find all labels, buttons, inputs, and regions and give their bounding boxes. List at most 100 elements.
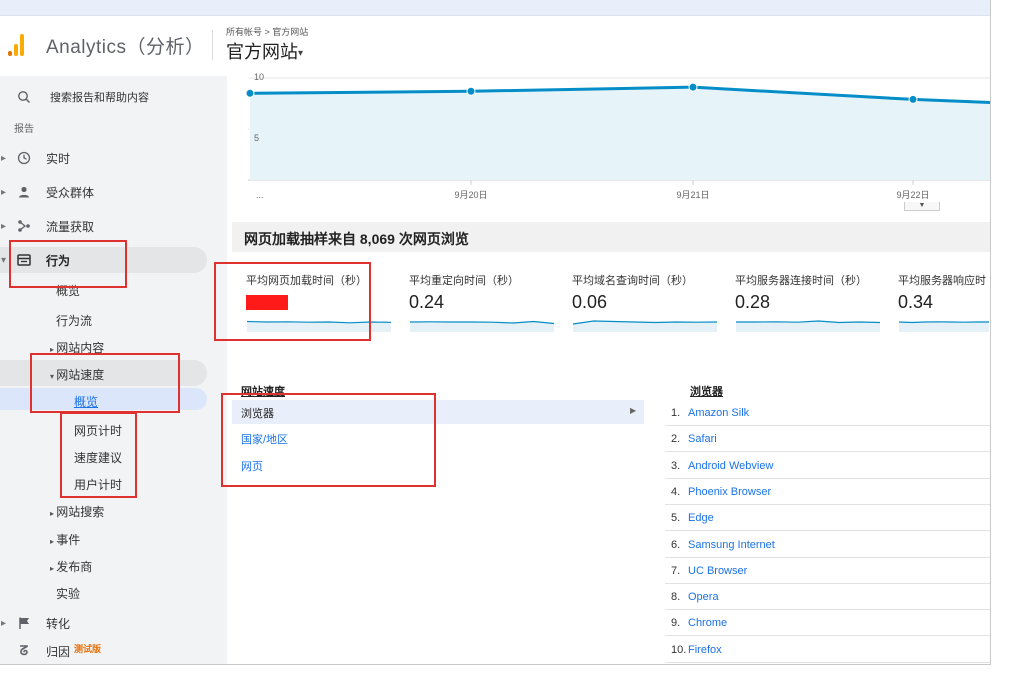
beta-badge: 测试版 <box>74 644 102 654</box>
header-divider <box>212 30 213 60</box>
sampling-notice: 网页加载抽样来自 8,069 次网页浏览 <box>232 222 990 252</box>
browser-table-row[interactable]: 9. Chrome <box>665 610 990 637</box>
sparkline-area <box>410 321 554 332</box>
row-rank: 1. <box>671 407 681 419</box>
sidebar-subitem-label: 发布商 <box>56 560 93 574</box>
sidebar-subitem-events[interactable]: ▸ 事件 <box>50 531 80 548</box>
metric-sparkline <box>572 320 718 332</box>
annotation-box-site-speed <box>30 353 180 413</box>
sidebar-item-label: 流量获取 <box>46 219 95 234</box>
row-rank: 10. <box>671 643 687 656</box>
metric-avg-server-connection[interactable]: 平均服务器连接时间（秒） 0.28 <box>735 270 881 334</box>
metric-value: 0.24 <box>409 292 445 312</box>
sidebar-subitem-experiments[interactable]: 实验 <box>56 585 80 602</box>
data-point <box>466 86 476 96</box>
annotation-box-behavior <box>9 240 127 288</box>
browser-table-row[interactable]: 1. Amazon Silk <box>665 400 990 426</box>
main-content: 10 5... 9月20日 9月21日 9月22日 ▼ 网页加载抽样来自 8,069 次… <box>228 70 990 664</box>
x-tick-label: 9月20日 <box>454 190 487 200</box>
browser-link[interactable]: Android Webview <box>688 460 773 472</box>
metric-label: 平均重定向时间（秒） <box>409 275 519 287</box>
sidebar-item-audience[interactable]: ▸ 受众群体 <box>0 179 227 205</box>
metric-avg-server-response[interactable]: 平均服务器响应时 0.34 <box>898 270 990 334</box>
data-point <box>908 94 918 104</box>
search-icon <box>16 89 32 105</box>
sampling-notice-text: 网页加载抽样来自 8,069 次网页浏览 <box>244 231 469 247</box>
sidebar-subitem-publisher[interactable]: ▸ 发布商 <box>50 558 92 575</box>
expand-arrow-icon: ▸ <box>1 152 7 164</box>
browser-table-row[interactable]: 5. Edge <box>665 505 990 532</box>
attribution-icon: ᘔ <box>19 643 29 658</box>
browser-link[interactable]: UC Browser <box>688 565 747 577</box>
sidebar-item-attribution[interactable]: ᘔ 归因 测试版 <box>0 638 227 664</box>
search-placeholder: 搜索报告和帮助内容 <box>50 92 149 104</box>
acquisition-icon <box>16 218 32 234</box>
breadcrumb[interactable]: 所有帐号 > 官方网站 <box>226 25 308 38</box>
metric-label: 平均服务器响应时 <box>898 275 986 287</box>
browser-table-row[interactable]: 10. Firefox <box>665 637 990 663</box>
flag-icon <box>16 615 32 631</box>
sidebar-item-acquisition[interactable]: ▸ 流量获取 <box>0 213 227 239</box>
sidebar-subitem-site-search[interactable]: ▸ 网站搜索 <box>50 503 104 520</box>
metric-label: 平均域名查询时间（秒） <box>572 275 693 287</box>
x-tick-label: 9月21日 <box>676 190 709 200</box>
chevron-down-icon: ▼ <box>918 202 926 209</box>
sparkline-line <box>898 321 989 324</box>
row-rank: 4. <box>671 485 681 498</box>
browser-link[interactable]: Phoenix Browser <box>688 486 771 498</box>
window-edge <box>990 0 991 665</box>
expand-arrow-icon: ▸ <box>1 617 7 629</box>
row-rank: 3. <box>671 459 681 472</box>
line-chart[interactable]: 10 5... 9月20日 9月21日 9月22日 <box>228 70 990 215</box>
property-selector[interactable]: 官方网站▾ <box>226 38 303 64</box>
metric-value: 0.34 <box>898 292 934 312</box>
browser-link[interactable]: Opera <box>688 591 719 603</box>
data-point <box>245 88 255 98</box>
y-tick-label: 10 <box>254 72 264 82</box>
row-rank: 7. <box>671 564 681 577</box>
browser-table-row[interactable]: 6. Samsung Internet <box>665 532 990 558</box>
browser-link[interactable]: Safari <box>688 433 717 445</box>
expand-arrow-icon: ▾ <box>1 254 7 266</box>
data-point <box>688 82 698 92</box>
browser-table-row[interactable]: 3. Android Webview <box>665 453 990 479</box>
window-edge <box>0 664 991 665</box>
metric-value: 0.28 <box>735 292 771 312</box>
sidebar-subitem-label: 事件 <box>56 533 81 547</box>
analytics-logo-icon[interactable] <box>8 34 26 56</box>
browser-link[interactable]: Chrome <box>688 617 727 629</box>
metric-sparkline <box>898 321 989 332</box>
browser-table-row[interactable]: 8. Opera <box>665 584 990 611</box>
browser-link[interactable]: Firefox <box>688 644 722 656</box>
clock-icon <box>16 150 32 166</box>
sidebar-item-label: 受众群体 <box>46 185 95 200</box>
browser-table-row[interactable]: 4. Phoenix Browser <box>665 479 990 505</box>
browser-link[interactable]: Samsung Internet <box>688 539 775 551</box>
browser-table-header: 浏览器 <box>690 386 723 398</box>
x-tick-label: ... <box>256 190 264 200</box>
metric-avg-domain-lookup[interactable]: 平均域名查询时间（秒） 0.06 <box>572 270 718 334</box>
chart-collapse-tab[interactable]: ▼ <box>904 202 940 211</box>
sidebar-item-realtime[interactable]: ▸ 实时 <box>0 145 227 171</box>
app-title[interactable]: Analytics（分析） <box>46 32 205 59</box>
caret-down-icon: ▾ <box>298 47 304 59</box>
sidebar-search[interactable]: 搜索报告和帮助内容 <box>0 84 227 110</box>
sidebar-item-label: 实时 <box>46 151 71 166</box>
expand-arrow-icon: ▸ <box>1 186 7 198</box>
y-tick-label: 5 <box>254 133 259 143</box>
browser-table-row[interactable]: 7. UC Browser <box>665 558 990 584</box>
browser-link[interactable]: Amazon Silk <box>688 407 749 419</box>
expand-arrow-icon: ▸ <box>1 220 7 232</box>
browser-table-row[interactable]: 2. Safari <box>665 426 990 453</box>
x-tick-label: 9月22日 <box>896 190 929 200</box>
sparkline-area <box>736 321 880 332</box>
property-name: 官方网站 <box>226 42 298 62</box>
metric-sparkline <box>736 320 881 332</box>
browser-link[interactable]: Edge <box>688 512 714 524</box>
row-rank: 9. <box>671 617 681 630</box>
metric-avg-redirect[interactable]: 平均重定向时间（秒） 0.24 <box>409 270 555 334</box>
row-rank: 2. <box>671 433 681 446</box>
sidebar-subitem-behavior-flow[interactable]: 行为流 <box>56 312 92 329</box>
sidebar-item-label: 转化 <box>46 616 71 631</box>
sidebar-item-conversions[interactable]: ▸ 转化 <box>0 610 227 636</box>
